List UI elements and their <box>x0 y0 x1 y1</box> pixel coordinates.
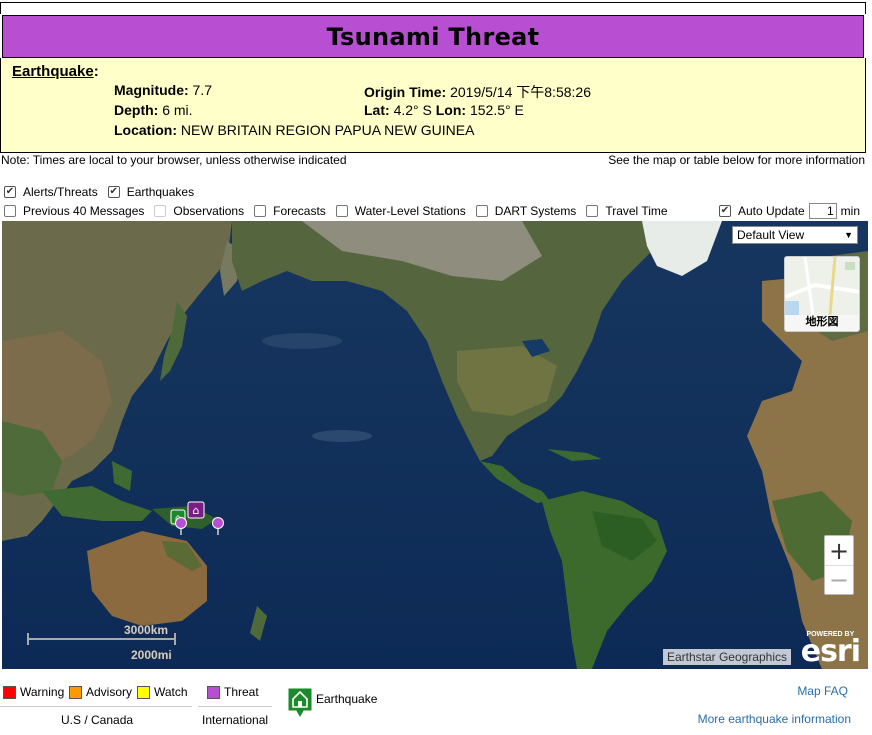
scale-mi: 2000mi <box>131 648 172 662</box>
legend-warning: Warning <box>3 685 64 699</box>
view-select-value: Default View <box>737 228 805 242</box>
earthquake-heading: Earthquake: <box>12 63 99 80</box>
checkbox-previous-messages[interactable] <box>4 205 16 217</box>
magnitude-row: Magnitude: 7.7 <box>114 82 212 98</box>
auto-update-label: Auto Update <box>737 204 805 218</box>
auto-update-interval-input[interactable] <box>808 203 837 219</box>
basemap-toggle[interactable]: 地形図 <box>784 256 860 332</box>
top-frame <box>0 2 866 14</box>
alert-banner: Tsunami Threat <box>2 15 864 58</box>
depth-value: 6 mi. <box>162 102 193 118</box>
origin-time-value: 2019/5/14 下午8:58:26 <box>450 84 591 100</box>
esri-wordmark: esri <box>800 634 861 669</box>
origin-time-label: Origin Time: <box>364 84 447 100</box>
watch-swatch <box>137 685 150 699</box>
checkbox-water-level[interactable] <box>335 205 348 217</box>
legend-international: International <box>202 713 269 727</box>
toggle-previous-messages[interactable]: Previous 40 Messages <box>4 204 144 218</box>
lon-label: Lon: <box>435 102 467 118</box>
map-note: See the map or table below for more info… <box>608 153 865 167</box>
more-earthquake-info-link[interactable]: More earthquake information <box>698 712 851 726</box>
depth-label: Depth: <box>114 102 159 118</box>
zoom-out-button[interactable]: − <box>825 565 853 594</box>
auto-update: ✔ Auto Update min <box>718 203 860 219</box>
toggle-travel-time[interactable]: Travel Time <box>586 204 668 218</box>
warning-swatch <box>3 685 16 699</box>
checkbox-observations[interactable] <box>154 205 167 217</box>
auto-update-unit: min <box>840 204 860 218</box>
svg-text:⌂: ⌂ <box>193 504 200 517</box>
earthquake-info-panel: Earthquake: Magnitude: 7.7 Depth: 6 mi. … <box>0 58 866 153</box>
toggle-forecasts[interactable]: Forecasts <box>254 204 326 218</box>
toggle-alerts-threats[interactable]: ✔ Alerts/Threats <box>4 185 98 199</box>
layer-toggles-secondary: Previous 40 Messages Observations Foreca… <box>4 204 678 218</box>
location-row: Location: NEW BRITAIN REGION PAPUA NEW G… <box>114 122 474 138</box>
checkbox-dart[interactable] <box>475 205 488 217</box>
earthquake-legend-icon <box>287 687 313 719</box>
threat-swatch <box>207 685 220 699</box>
toggle-water-level[interactable]: Water-Level Stations <box>335 204 466 218</box>
view-select[interactable]: Default View ▼ <box>732 226 858 244</box>
location-label: Location: <box>114 122 177 138</box>
magnitude-value: 7.7 <box>192 82 213 98</box>
basemap-preview-icon <box>785 257 859 315</box>
lat-value: 4.2° S <box>393 102 432 118</box>
toggle-earthquakes[interactable]: ✔ Earthquakes <box>107 185 194 199</box>
lat-lon-row: Lat: 4.2° S Lon: 152.5° E <box>364 102 524 118</box>
chevron-down-icon: ▼ <box>844 230 853 240</box>
zoom-control: + − <box>824 535 854 595</box>
zoom-in-button[interactable]: + <box>825 536 853 565</box>
toggle-dart[interactable]: DART Systems <box>475 204 576 218</box>
map-legend: Warning Advisory Watch Threat U.S / Cana… <box>0 681 872 735</box>
checkbox-forecasts[interactable] <box>254 205 267 217</box>
scale-km: 3000km <box>124 623 169 637</box>
checkbox-travel-time[interactable] <box>586 205 599 217</box>
map-attribution: Earthstar Geographics <box>662 649 791 665</box>
origin-time-row: Origin Time: 2019/5/14 下午8:58:26 <box>364 82 591 102</box>
legend-divider-intl <box>198 706 272 707</box>
legend-watch: Watch <box>137 685 188 699</box>
basemap-label: 地形図 <box>805 316 839 328</box>
esri-logo: POWERED BY esri <box>800 631 861 669</box>
checkbox-auto-update[interactable]: ✔ <box>718 205 731 217</box>
lat-label: Lat: <box>364 102 390 118</box>
advisory-swatch <box>69 685 82 699</box>
checkbox-alerts-threats[interactable]: ✔ <box>4 186 16 198</box>
legend-us-canada: U.S / Canada <box>61 713 134 727</box>
map-imagery: ⌂ ⌂ <box>2 221 868 669</box>
magnitude-label: Magnitude: <box>114 82 189 98</box>
location-value: NEW BRITAIN REGION PAPUA NEW GUINEA <box>180 122 475 138</box>
layer-toggles-primary: ✔ Alerts/Threats ✔ Earthquakes <box>4 185 204 199</box>
scale-bar: 3000km 2000mi <box>27 623 177 662</box>
legend-divider-us <box>0 706 192 707</box>
legend-threat: Threat <box>207 685 259 699</box>
toggle-observations[interactable]: Observations <box>154 204 244 218</box>
tsunami-map[interactable]: ⌂ ⌂ Default View ▼ 地形図 + − <box>2 221 868 669</box>
depth-row: Depth: 6 mi. <box>114 102 193 118</box>
time-note: Note: Times are local to your browser, u… <box>1 153 347 167</box>
banner-title: Tsunami Threat <box>326 22 540 51</box>
checkbox-earthquakes[interactable]: ✔ <box>107 186 120 198</box>
lon-value: 152.5° E <box>469 102 524 118</box>
legend-advisory: Advisory <box>69 685 132 699</box>
map-faq-link[interactable]: Map FAQ <box>797 684 848 698</box>
legend-earthquake: Earthquake <box>287 687 377 719</box>
threat-marker-icon[interactable]: ⌂ <box>187 501 205 519</box>
